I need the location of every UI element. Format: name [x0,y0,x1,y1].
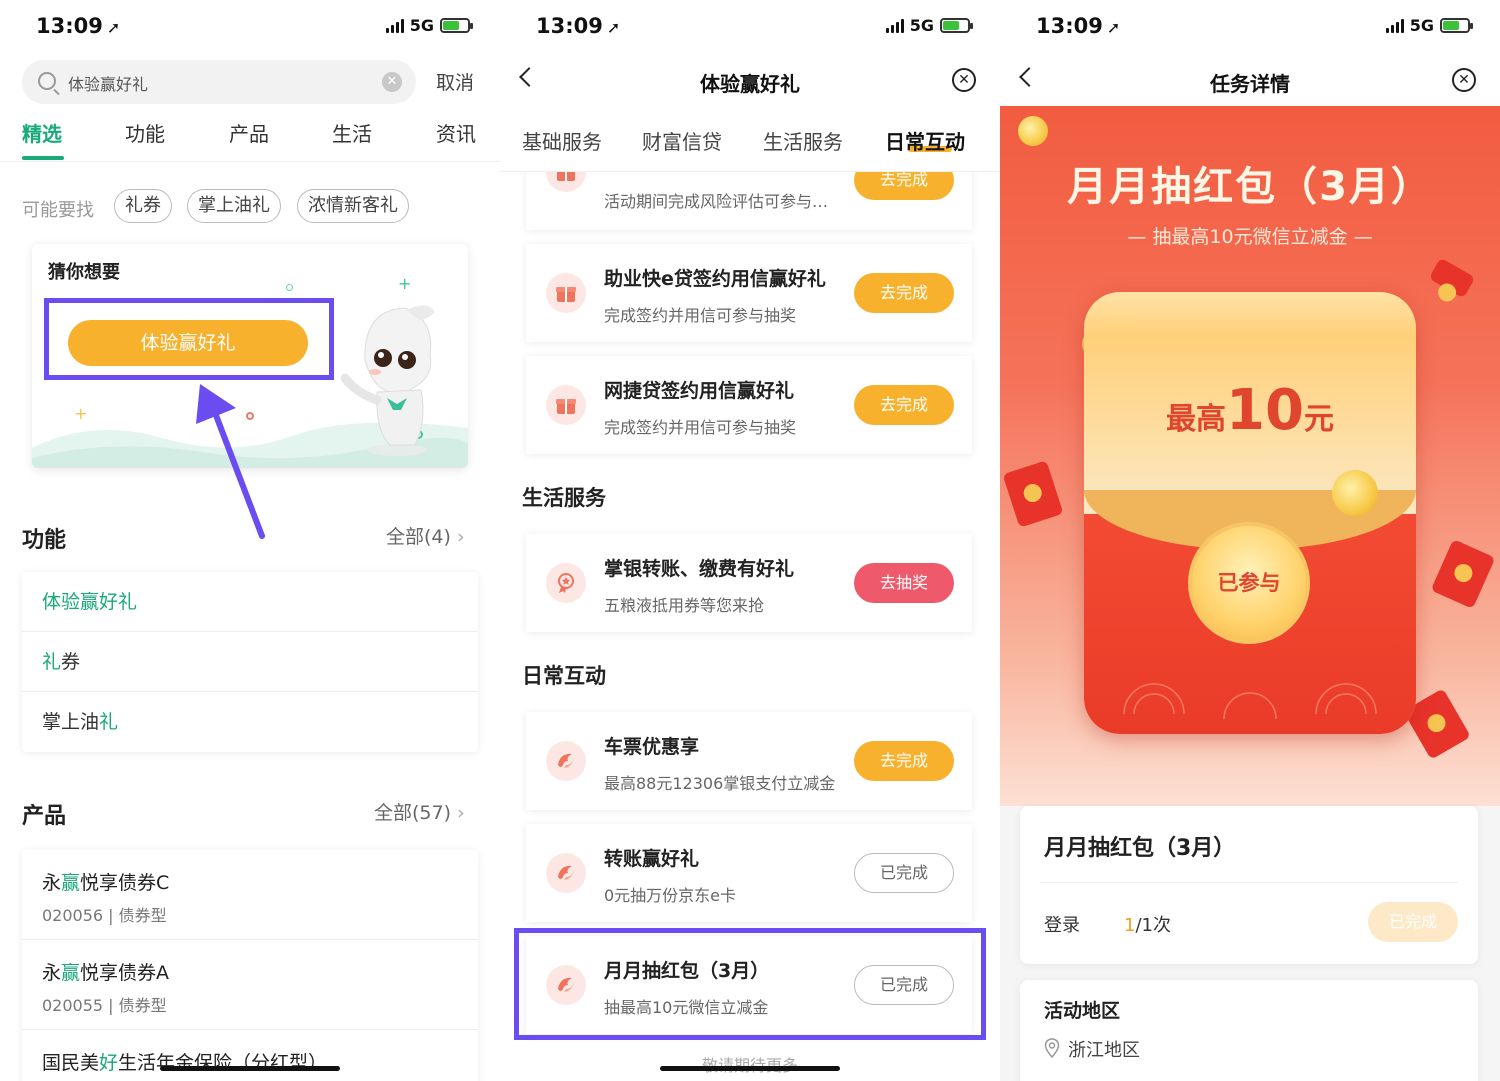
banner-title: 月月抽红包（3月） [1067,164,1433,210]
list-item[interactable]: 掌上油礼 [22,692,478,752]
chevron-right-icon: › [456,526,465,548]
tab-life-services[interactable]: 生活服务 [763,126,843,155]
status-time: 13:09 ➚ [1036,14,1121,38]
red-packet-banner: 月月抽红包（3月） — 抽最高10元微信立减金 — 最高10元 已参与 [1000,106,1500,806]
product-meta: 020055 | 债券型 [42,996,167,1015]
close-icon[interactable]: ✕ [952,68,976,92]
functions-list: 体验赢好礼 礼券 掌上油礼 [22,572,478,752]
red-envelope: 最高10元 已参与 [1084,292,1416,734]
list-item[interactable]: 礼券 [22,632,478,692]
network-label: 5G [909,16,934,35]
location-arrow-icon: ➚ [1106,18,1121,37]
page-title: 体验赢好礼 [700,72,800,96]
section-functions-title: 功能 [22,528,67,553]
close-icon[interactable]: ✕ [1452,68,1476,92]
red-envelope-icon [1002,460,1064,528]
joined-button[interactable]: 已参与 [1188,522,1310,644]
phone-task-list: 13:09 ➚ 5G 体验赢好礼 ✕ 基础服务 财富信贷 生活服务 日常互动 [500,0,1000,1081]
product-row[interactable]: 永赢悦享债券C 020056 | 债券型 [22,850,478,940]
products-all-link[interactable]: 全部(57) › [374,798,465,825]
status-bar: 13:09 ➚ 5G [500,0,1000,56]
max-amount: 最高10元 [1166,378,1334,443]
functions-all-link[interactable]: 全部(4) › [386,522,465,549]
nav-bar: 任务详情 ✕ [1000,56,1500,106]
tab-daily-interaction[interactable]: 日常互动 [885,126,965,155]
page-title: 任务详情 [1210,72,1290,96]
annotation-arrow [196,384,265,539]
list-item[interactable]: 体验赢好礼 [22,572,478,632]
signal-icon [885,18,904,33]
home-indicator [160,1066,340,1071]
tab-basic-services[interactable]: 基础服务 [522,126,602,155]
battery-icon [1440,18,1473,33]
phone-search: 13:09 ➚ 5G 体验赢好礼 ✕ 取消 精选 功能 产品 生活 资讯 可能要找… [0,0,500,1081]
nav-bar: 体验赢好礼 ✕ [500,56,1000,106]
tab-wealth-credit[interactable]: 财富信贷 [642,126,722,155]
chevron-right-icon: › [457,802,465,824]
status-time: 13:09 ➚ [536,14,621,38]
coin-icon [1332,470,1378,516]
product-row[interactable]: 永赢悦享债券A 020055 | 债券型 [22,940,478,1030]
red-envelope-icon [1430,539,1496,609]
network-label: 5G [1409,16,1434,35]
section-products-title: 产品 [22,804,67,829]
status-bar: 13:09 ➚ 5G [1000,0,1500,56]
phone-task-detail: 13:09 ➚ 5G 任务详情 ✕ 月月抽红包（3月） — 抽最高10元微信立减金… [1000,0,1500,1081]
location-arrow-icon: ➚ [606,18,621,37]
battery-icon [940,18,973,33]
signal-icon [1385,18,1404,33]
category-tabs: 基础服务 财富信贷 生活服务 日常互动 [500,118,1000,172]
red-envelope-icon [1428,257,1476,299]
product-name: 永赢悦享债券C [42,872,170,894]
products-list: 永赢悦享债券C 020056 | 债券型 永赢悦享债券A 020055 | 债券… [22,850,478,1081]
product-meta: 020056 | 债券型 [42,906,167,925]
coin-icon [1018,116,1048,146]
banner-subtitle: — 抽最高10元微信立减金 — [1127,226,1373,248]
product-row[interactable]: 国民美好生活年金保险（分红型） [22,1030,478,1081]
home-indicator [1160,1066,1340,1071]
product-name: 永赢悦享债券A [42,962,170,984]
